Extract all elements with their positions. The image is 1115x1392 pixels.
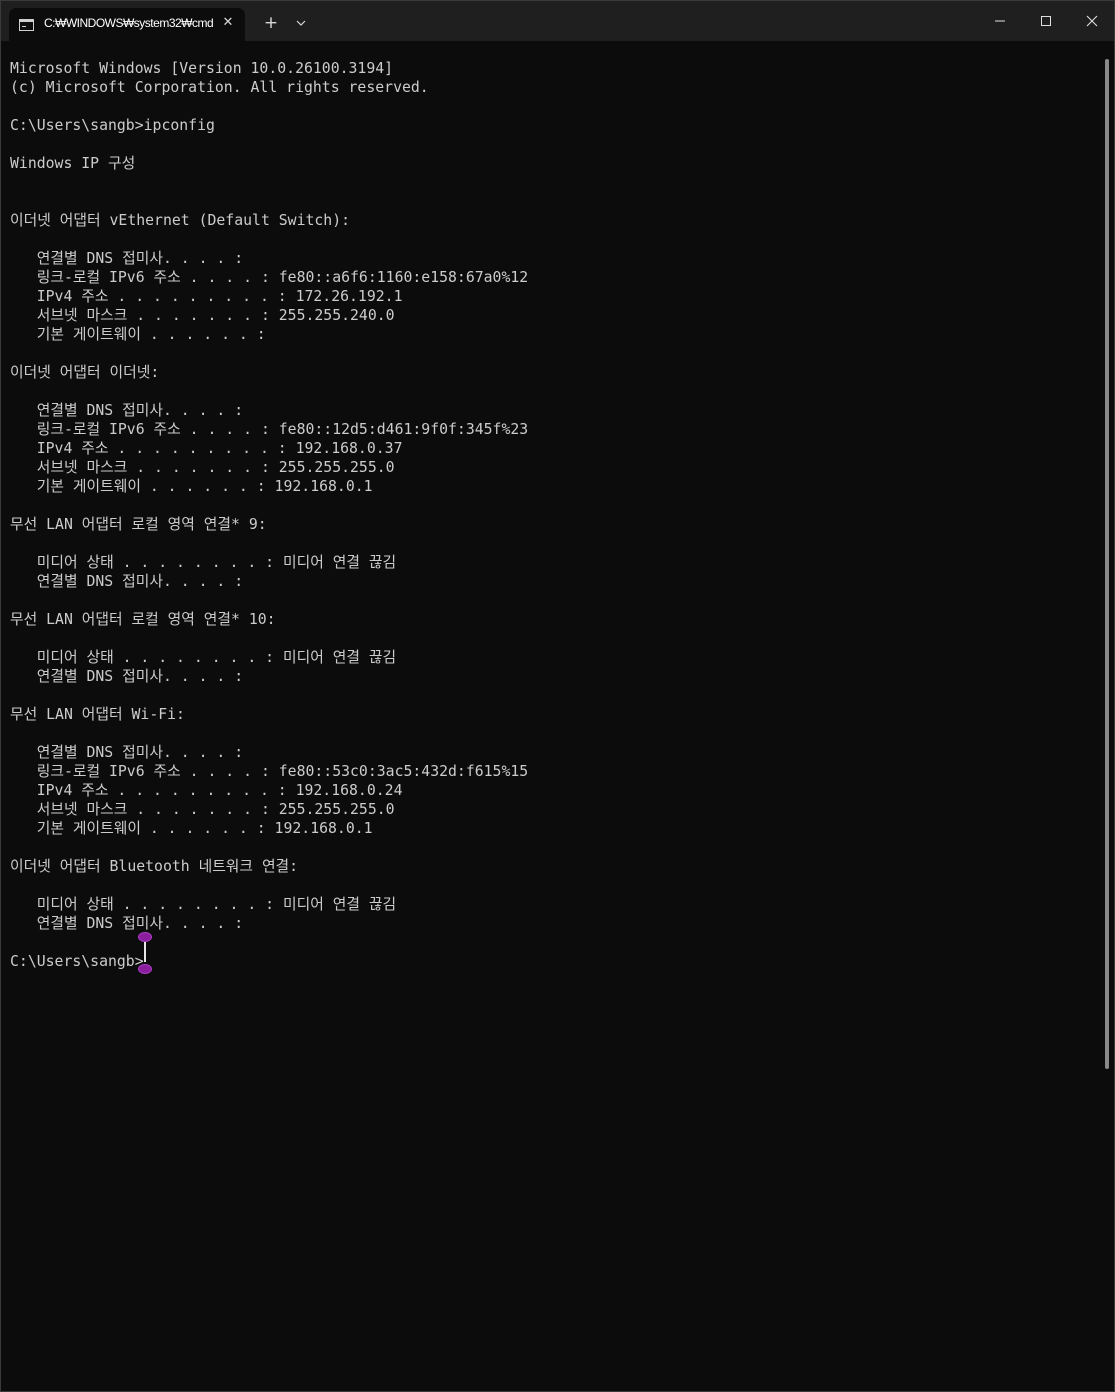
terminal-line: 연결별 DNS 접미사. . . . : <box>10 744 244 761</box>
plus-icon[interactable]: + <box>260 11 282 35</box>
terminal-line: 무선 LAN 어댑터 로컬 영역 연결* 9: <box>10 516 267 533</box>
terminal-line: (c) Microsoft Corporation. All rights re… <box>10 79 429 96</box>
terminal-line: 기본 게이트웨이 . . . . . . : 192.168.0.1 <box>10 478 373 495</box>
minimize-icon[interactable] <box>977 1 1023 41</box>
close-icon[interactable]: ✕ <box>220 13 236 33</box>
terminal-line: IPv4 주소 . . . . . . . . . : 192.168.0.24 <box>10 782 403 799</box>
terminal-line: 서브넷 마스크 . . . . . . . : 255.255.255.0 <box>10 459 395 476</box>
terminal-output[interactable]: Microsoft Windows [Version 10.0.26100.31… <box>1 41 1101 1391</box>
terminal-line: 링크-로컬 IPv6 주소 . . . . : fe80::12d5:d461:… <box>10 421 529 438</box>
terminal-line: Windows IP 구성 <box>10 155 136 172</box>
terminal-line: 이더넷 어댑터 이더넷: <box>10 364 160 381</box>
terminal-line: Microsoft Windows [Version 10.0.26100.31… <box>10 60 394 77</box>
terminal-line: 연결별 DNS 접미사. . . . : <box>10 668 244 685</box>
text-cursor <box>144 942 146 962</box>
terminal-line: 연결별 DNS 접미사. . . . : <box>10 915 244 932</box>
terminal-line: 미디어 상태 . . . . . . . . : 미디어 연결 끊김 <box>10 896 397 913</box>
close-icon[interactable] <box>1069 1 1115 41</box>
chevron-down-icon[interactable] <box>291 11 311 35</box>
selection-handle-bottom[interactable] <box>138 964 152 974</box>
maximize-icon[interactable] <box>1023 1 1069 41</box>
terminal-line: 서브넷 마스크 . . . . . . . : 255.255.240.0 <box>10 307 395 324</box>
selection-handle-top[interactable] <box>138 932 152 942</box>
terminal-line: 연결별 DNS 접미사. . . . : <box>10 250 244 267</box>
terminal-line: C:\Users\sangb>ipconfig <box>10 117 215 134</box>
terminal-line: IPv4 주소 . . . . . . . . . : 172.26.192.1 <box>10 288 403 305</box>
scrollbar[interactable] <box>1105 59 1109 1069</box>
terminal-line: 무선 LAN 어댑터 로컬 영역 연결* 10: <box>10 611 276 628</box>
terminal-line: 연결별 DNS 접미사. . . . : <box>10 573 244 590</box>
tab-title: C:₩WINDOWS₩system32₩cmd.exe <box>44 16 214 30</box>
terminal-line: 이더넷 어댑터 Bluetooth 네트워크 연결: <box>10 858 299 875</box>
terminal-line: 링크-로컬 IPv6 주소 . . . . : fe80::a6f6:1160:… <box>10 269 529 286</box>
terminal-line: 기본 게이트웨이 . . . . . . : 192.168.0.1 <box>10 820 373 837</box>
terminal-line: IPv4 주소 . . . . . . . . . : 192.168.0.37 <box>10 440 403 457</box>
terminal-window: C:₩WINDOWS₩system32₩cmd.exe ✕ + <box>0 0 1115 1392</box>
title-bar[interactable]: C:₩WINDOWS₩system32₩cmd.exe ✕ + <box>1 1 1114 41</box>
terminal-line: 미디어 상태 . . . . . . . . : 미디어 연결 끊김 <box>10 649 397 666</box>
console-icon <box>19 19 34 31</box>
terminal-line: 기본 게이트웨이 . . . . . . : <box>10 326 266 343</box>
terminal-line: 링크-로컬 IPv6 주소 . . . . : fe80::53c0:3ac5:… <box>10 763 529 780</box>
terminal-line: 연결별 DNS 접미사. . . . : <box>10 402 244 419</box>
terminal-line: 미디어 상태 . . . . . . . . : 미디어 연결 끊김 <box>10 554 397 571</box>
terminal-line: C:\Users\sangb> <box>10 953 144 970</box>
terminal-line: 무선 LAN 어댑터 Wi-Fi: <box>10 706 185 723</box>
tab-cmd[interactable]: C:₩WINDOWS₩system32₩cmd.exe ✕ <box>9 8 245 41</box>
terminal-line: 이더넷 어댑터 vEthernet (Default Switch): <box>10 212 351 229</box>
terminal-line: 서브넷 마스크 . . . . . . . : 255.255.255.0 <box>10 801 395 818</box>
